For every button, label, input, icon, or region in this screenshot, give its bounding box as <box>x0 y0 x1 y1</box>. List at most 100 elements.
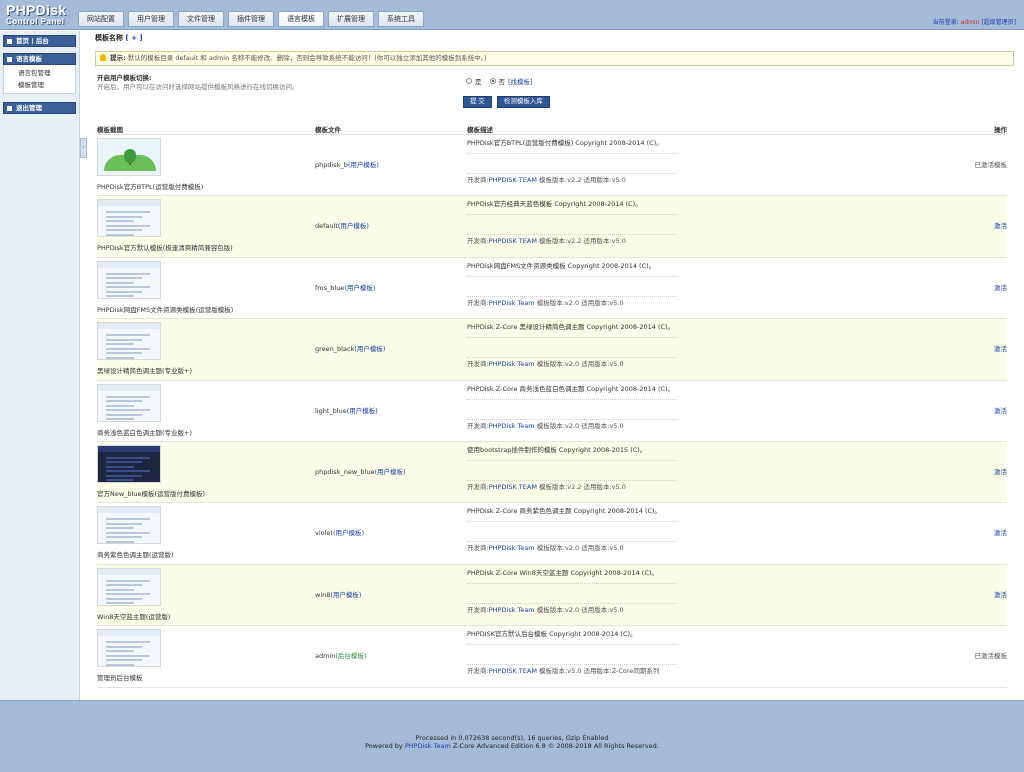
app-label: 适用版本: <box>583 482 612 491</box>
sidebar-group-title: 首页 | 后台 <box>16 37 49 45</box>
template-thumbnail[interactable] <box>97 138 161 176</box>
activate-link[interactable]: 激活 <box>994 527 1007 537</box>
tab-1[interactable]: 用户管理 <box>128 11 174 27</box>
table-row: PHPDisk官方默认模板(极速清爽精简兼容包版) default(用户模板) PH… <box>97 196 1007 258</box>
developer-name: PHPDisk Team <box>488 360 535 369</box>
tab-4[interactable]: 语言模板 <box>278 11 324 27</box>
app-label: 适用版本: <box>581 605 610 614</box>
template-thumbnail[interactable] <box>97 383 161 422</box>
lightbulb-icon <box>100 54 106 61</box>
action-buttons: 提 交 检测模板入库 <box>463 96 550 108</box>
login-prefix: 当前登录: <box>932 19 959 26</box>
thumbnail-line <box>106 356 134 359</box>
tab-0[interactable]: 网站配置 <box>78 11 124 27</box>
thumbnail-line <box>106 663 134 666</box>
template-thumbnail[interactable] <box>97 199 161 238</box>
thumbnail-topbar <box>98 507 160 514</box>
template-dir: default <box>315 222 338 231</box>
tab-3[interactable]: 插件管理 <box>228 11 274 27</box>
template-dir: win8 <box>315 590 331 599</box>
activate-link[interactable]: 激活 <box>994 466 1007 476</box>
sidebar-item[interactable]: 语言包管理 <box>18 67 75 79</box>
template-file: violet(用户模板) <box>315 527 364 537</box>
activate-link[interactable]: 激活 <box>994 405 1007 415</box>
template-meta: 开发商:PHPDisk Team 模板版本:v2.0 适用版本:v5.0 <box>467 420 677 432</box>
add-template-link[interactable]: [ + ] <box>125 34 142 42</box>
thumbnail-topbar <box>98 323 160 330</box>
sidebar-group-header[interactable]: 首页 | 后台 <box>3 35 76 47</box>
dev-label: 开发商: <box>467 176 489 184</box>
template-version: v5.0 <box>567 667 582 676</box>
login-status: 当前登录: admin [超级管理员] <box>933 17 1016 26</box>
check-templates-button[interactable]: 检测模板入库 <box>496 96 550 108</box>
app-label: 适用版本: <box>583 176 612 184</box>
sidebar-group-header[interactable]: 退出管理 <box>3 102 76 114</box>
table-row: 黑绿设计精简色调主题(专业版+) green_black(用户模板) PHPDisk… <box>97 319 1007 381</box>
sidebar: 首页 | 后台 语言模板 语言包管理 模板管理 退出管理 <box>0 31 80 700</box>
tab-6[interactable]: 系统工具 <box>378 11 424 27</box>
dev-label: 开发商: <box>467 360 489 369</box>
table-body: PHPDisk官方BTPL(运营版付费模板) phpdisk_b(用户模板) PHP… <box>97 135 1007 688</box>
template-thumbnail[interactable] <box>97 260 161 299</box>
dev-label: 开发商: <box>467 605 489 614</box>
template-version: v2.2 <box>567 176 582 184</box>
thumbnail-line <box>106 220 134 223</box>
template-version: v2.0 <box>564 421 580 430</box>
app-label: 适用版本: <box>583 667 612 676</box>
submit-button[interactable]: 提 交 <box>463 96 492 108</box>
template-thumbnail[interactable] <box>97 444 161 483</box>
login-username[interactable]: admin <box>961 19 980 26</box>
footer-brand-link[interactable]: PHPDisk Team <box>405 742 451 750</box>
sidebar-group: 语言模板 语言包管理 模板管理 <box>3 53 76 94</box>
sidebar-collapse-toggle[interactable]: ‹ <box>80 138 87 158</box>
template-desc-spacer <box>467 522 677 543</box>
tab-5[interactable]: 扩展管理 <box>328 11 374 27</box>
tip-label: 提示: <box>110 54 126 62</box>
template-dir: fms_blue <box>315 283 345 292</box>
activate-link[interactable]: 激活 <box>994 343 1007 353</box>
template-description: PHPDisk Z-Core 黑绿设计精简色调主题 Copyright 2008… <box>467 323 677 370</box>
template-thumbnail[interactable] <box>97 629 161 668</box>
thumbnail-line <box>106 522 142 525</box>
thumbnail-line <box>106 584 142 587</box>
activate-link[interactable]: 激活 <box>994 220 1007 230</box>
template-desc-spacer <box>467 584 677 604</box>
thumbnail-line <box>106 409 150 412</box>
table-row: 管理员后台模板 admin(后台模板) PHPDISK官方默认后台模板 Copyri… <box>97 626 1007 688</box>
template-dir: phpdisk_b <box>315 161 348 169</box>
thumbnail-line <box>106 479 134 482</box>
table-row: PHPDisk官方BTPL(运营版付费模板) phpdisk_b(用户模板) PHP… <box>97 135 1007 197</box>
template-meta: 开发商:PHPDisk Team 模板版本:v2.0 适用版本:v5.0 <box>467 297 677 309</box>
template-meta: 开发商:PHPDisk Team 模板版本:v2.0 适用版本:v5.0 <box>467 542 677 554</box>
main-content: 模板名称 [ + ] 提示: 默认的模板目录 default 和 admin 名… <box>89 31 1017 700</box>
thumbnail-line <box>106 465 134 468</box>
radio-no[interactable] <box>489 78 496 84</box>
template-thumbnail[interactable] <box>97 567 161 606</box>
dev-label: 开发商: <box>467 667 489 676</box>
sidebar-item[interactable]: 模板管理 <box>18 79 75 91</box>
template-name: Win8天空蓝主题(运营版) <box>97 612 171 621</box>
table-header: 模板截图 模板文件 模板描述 操作 <box>97 119 1007 135</box>
thumbnail-line <box>106 456 150 459</box>
footer-powered-by: Powered by <box>365 742 405 750</box>
find-templates-link[interactable]: [找模板] <box>508 76 533 86</box>
radio-yes[interactable] <box>466 78 472 84</box>
template-thumbnail[interactable] <box>97 506 161 545</box>
app-label: 适用版本: <box>583 237 612 246</box>
square-bullet-icon <box>7 39 12 44</box>
activate-link[interactable]: 激活 <box>994 589 1007 599</box>
phpdisk-logo[interactable]: PHPDisk Control Panel <box>6 3 72 27</box>
template-thumbnail[interactable] <box>97 322 161 361</box>
thumbnail-line <box>106 224 150 227</box>
thumbnail-topbar <box>98 261 160 268</box>
sidebar-group-header[interactable]: 语言模板 <box>3 53 76 65</box>
sidebar-items: 语言包管理 模板管理 <box>3 65 76 94</box>
thumbnail-line <box>106 277 142 280</box>
template-desc-text: PHPDisk Z-Core 商务浅色蓝白色调主题 Copyright 2008… <box>467 385 677 400</box>
template-description: PHPDisk Z-Core 商务紫色色调主题 Copyright 2008-2… <box>467 507 677 554</box>
activate-link[interactable]: 激活 <box>994 282 1007 292</box>
template-file: win8(用户模板) <box>315 589 361 599</box>
thumbnail-line <box>106 295 134 298</box>
tab-2[interactable]: 文件管理 <box>178 11 224 27</box>
dev-label: 开发商: <box>467 298 489 307</box>
